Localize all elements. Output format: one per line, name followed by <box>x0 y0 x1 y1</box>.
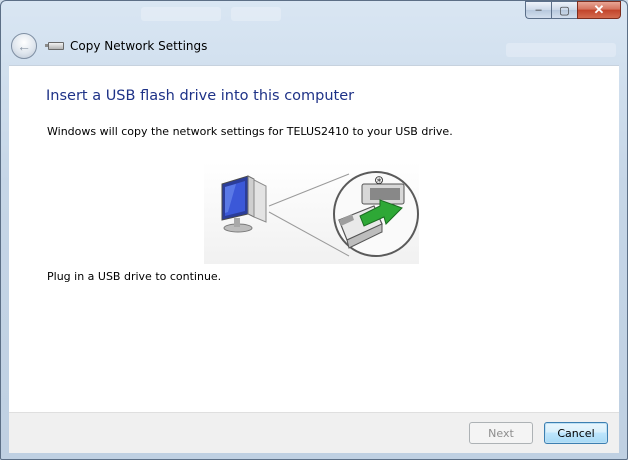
description-text: Windows will copy the network settings f… <box>47 125 453 138</box>
back-button[interactable]: ← <box>11 33 37 59</box>
wizard-nav-bar: ← Copy Network Settings <box>9 29 619 63</box>
close-icon: ✕ <box>593 2 605 17</box>
close-button[interactable]: ✕ <box>577 1 621 19</box>
caption-buttons: – ▢ ✕ <box>525 1 621 19</box>
dialog-window: – ▢ ✕ ← Copy Network Settings Insert a U… <box>0 0 628 460</box>
computer-monitor-icon <box>221 175 267 233</box>
svg-text:⊛: ⊛ <box>374 173 384 187</box>
window-title: Copy Network Settings <box>70 39 208 53</box>
minimize-icon: – <box>535 4 542 16</box>
maximize-button[interactable]: ▢ <box>551 1 577 19</box>
glass-reflection <box>231 7 281 21</box>
page-heading: Insert a USB flash drive into this compu… <box>46 88 355 104</box>
instruction-text: Plug in a USB drive to continue. <box>47 270 222 283</box>
usb-insert-illustration: ⊛ <box>204 162 419 264</box>
usb-drive-icon <box>45 42 64 50</box>
minimize-button[interactable]: – <box>525 1 551 19</box>
wizard-content: Insert a USB flash drive into this compu… <box>9 65 619 412</box>
back-arrow-icon: ← <box>17 38 31 54</box>
glass-reflection <box>141 7 221 21</box>
button-bar: Next Cancel <box>9 412 619 453</box>
maximize-icon: ▢ <box>559 4 570 17</box>
usb-illustration-graphic: ⊛ <box>221 171 419 257</box>
next-button[interactable]: Next <box>469 422 533 444</box>
cancel-button[interactable]: Cancel <box>544 422 608 444</box>
